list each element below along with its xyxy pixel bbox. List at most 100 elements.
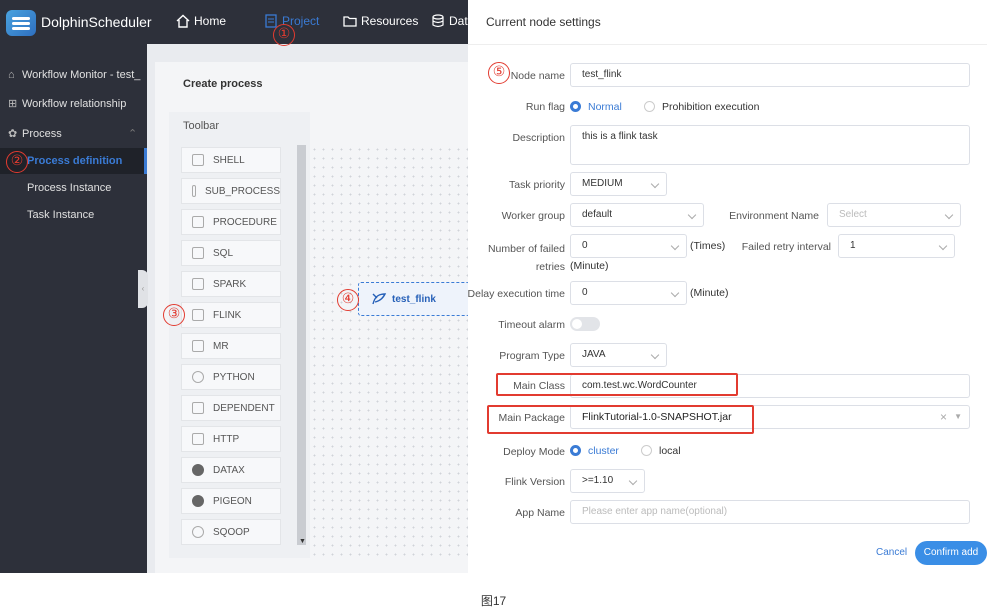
python-icon [192, 371, 204, 383]
worker-group-label: Worker group [501, 210, 565, 222]
task-priority-label: Task priority [508, 179, 565, 191]
timeout-alarm-toggle[interactable] [570, 317, 600, 331]
tool-sql[interactable]: SQL [181, 240, 281, 266]
description-textarea[interactable]: this is a flink task [570, 125, 970, 165]
dag-node-test-flink[interactable]: test_flink [358, 282, 470, 316]
gear-icon: ✿ [8, 128, 18, 140]
delay-execution-value: 0 [582, 287, 588, 298]
delay-execution-label: Delay execution time [467, 288, 565, 300]
tool-pigeon[interactable]: PIGEON [181, 488, 281, 514]
program-type-label: Program Type [499, 350, 565, 362]
tool-label: HTTP [213, 433, 240, 445]
sidebar-item-label: Workflow Monitor - test_ [22, 69, 141, 81]
node-name-input[interactable]: test_flink [570, 63, 970, 87]
dependent-icon [192, 402, 204, 414]
tool-spark[interactable]: SPARK [181, 271, 281, 297]
tool-label: PYTHON [213, 371, 255, 383]
delay-execution-unit: (Minute) [690, 287, 729, 299]
run-flag-prohibition-label: Prohibition execution [662, 101, 760, 113]
deploy-mode-local-radio[interactable] [641, 445, 652, 456]
failed-retries-select[interactable]: 0 [570, 234, 687, 258]
clear-icon[interactable]: × [940, 406, 947, 428]
relationship-icon: ⊞ [8, 98, 18, 110]
dag-canvas[interactable] [310, 145, 468, 560]
delay-execution-select[interactable]: 0 [570, 281, 687, 305]
nav-datasource-label: Dat [449, 14, 468, 28]
chevron-down-icon [628, 476, 638, 486]
tool-python[interactable]: PYTHON [181, 364, 281, 390]
app-name-input[interactable]: Please enter app name(optional) [570, 500, 970, 524]
run-flag-normal-radio[interactable] [570, 101, 581, 112]
tool-sqoop[interactable]: SQOOP [181, 519, 281, 545]
step-marker-3: ③ [163, 304, 185, 326]
retry-interval-select[interactable]: 1 [838, 234, 955, 258]
tool-http[interactable]: HTTP [181, 426, 281, 452]
sidebar-item-workflow-relationship[interactable]: ⊞ Workflow relationship [0, 91, 147, 117]
run-flag-prohibition-radio[interactable] [644, 101, 655, 112]
sidebar-item-task-instance[interactable]: Task Instance [0, 202, 147, 228]
drawer-title: Current node settings [486, 15, 601, 29]
tool-dependent[interactable]: DEPENDENT [181, 395, 281, 421]
nav-project[interactable]: Project [264, 14, 319, 28]
tool-label: SPARK [213, 278, 247, 290]
sidebar-item-process[interactable]: ✿ Process ⌃ [0, 121, 147, 147]
toggle-knob [572, 319, 582, 329]
sidebar-item-process-instance[interactable]: Process Instance [0, 175, 147, 201]
sidebar-collapse-handle[interactable]: ‹ [138, 270, 148, 308]
datax-icon [192, 464, 204, 476]
dolphinscheduler-logo-icon [6, 10, 36, 36]
chevron-up-icon: ⌃ [128, 128, 138, 140]
flink-version-label: Flink Version [504, 476, 565, 488]
tool-datax[interactable]: DATAX [181, 457, 281, 483]
deploy-mode-cluster-radio[interactable] [570, 445, 581, 456]
highlight-main-package [487, 405, 754, 434]
sql-icon [192, 247, 204, 259]
cancel-button[interactable]: Cancel [876, 547, 907, 558]
tool-label: SUB_PROCESS [204, 185, 280, 197]
tool-flink[interactable]: FLINK [181, 302, 281, 328]
step-marker-1: ① [273, 24, 295, 46]
failed-retries-label: Number of failed retries [487, 243, 565, 273]
timeout-alarm-label: Timeout alarm [498, 319, 565, 331]
divider [468, 44, 987, 45]
environment-name-select[interactable]: Select [827, 203, 961, 227]
failed-retries-unit: (Times) [690, 240, 726, 252]
sidebar-item-workflow-monitor[interactable]: ⌂ Workflow Monitor - test_ [0, 62, 147, 88]
flink-icon [192, 309, 204, 321]
confirm-add-button[interactable]: Confirm add [915, 541, 987, 565]
sidebar-item-label: Process definition [27, 155, 123, 167]
tool-label: PIGEON [213, 495, 252, 507]
dag-node-label: test_flink [392, 293, 436, 305]
run-flag-normal-label: Normal [588, 101, 622, 113]
nav-home[interactable]: Home [176, 14, 226, 28]
tool-label: MR [213, 340, 229, 352]
sqoop-icon [192, 526, 204, 538]
environment-name-label: Environment Name [729, 210, 819, 222]
task-priority-select[interactable]: MEDIUM [570, 172, 667, 196]
tool-procedure[interactable]: PROCEDURE [181, 209, 281, 235]
toolbar-scrollbar[interactable] [297, 145, 306, 545]
retry-interval-label: Failed retry interval [741, 241, 831, 253]
tool-mr[interactable]: MR [181, 333, 281, 359]
highlight-main-class [496, 373, 738, 396]
worker-group-select[interactable]: default [570, 203, 704, 227]
nav-home-label: Home [194, 14, 227, 28]
nav-datasource[interactable]: Dat [431, 14, 468, 28]
tool-sub-process[interactable]: SUB_PROCESS [181, 178, 281, 204]
shell-icon [192, 154, 204, 166]
deploy-mode-local-label: local [659, 445, 681, 457]
http-icon [192, 433, 204, 445]
sidebar: ⌂ Workflow Monitor - test_ ⊞ Workflow rela… [0, 44, 147, 573]
tool-shell[interactable]: SHELL [181, 147, 281, 173]
program-type-value: JAVA [582, 349, 606, 360]
figure-caption: 图17 [480, 594, 507, 608]
program-type-select[interactable]: JAVA [570, 343, 667, 367]
flink-version-select[interactable]: >=1.10 [570, 469, 645, 493]
toolbar-label: Toolbar [183, 120, 220, 132]
sub-process-icon [192, 185, 196, 197]
nav-resources[interactable]: Resources [343, 14, 418, 28]
folder-icon [343, 16, 357, 27]
panel-title: Create process [183, 78, 263, 90]
chevron-down-icon [938, 241, 948, 251]
scroll-down-icon[interactable]: ▼ [299, 538, 306, 545]
